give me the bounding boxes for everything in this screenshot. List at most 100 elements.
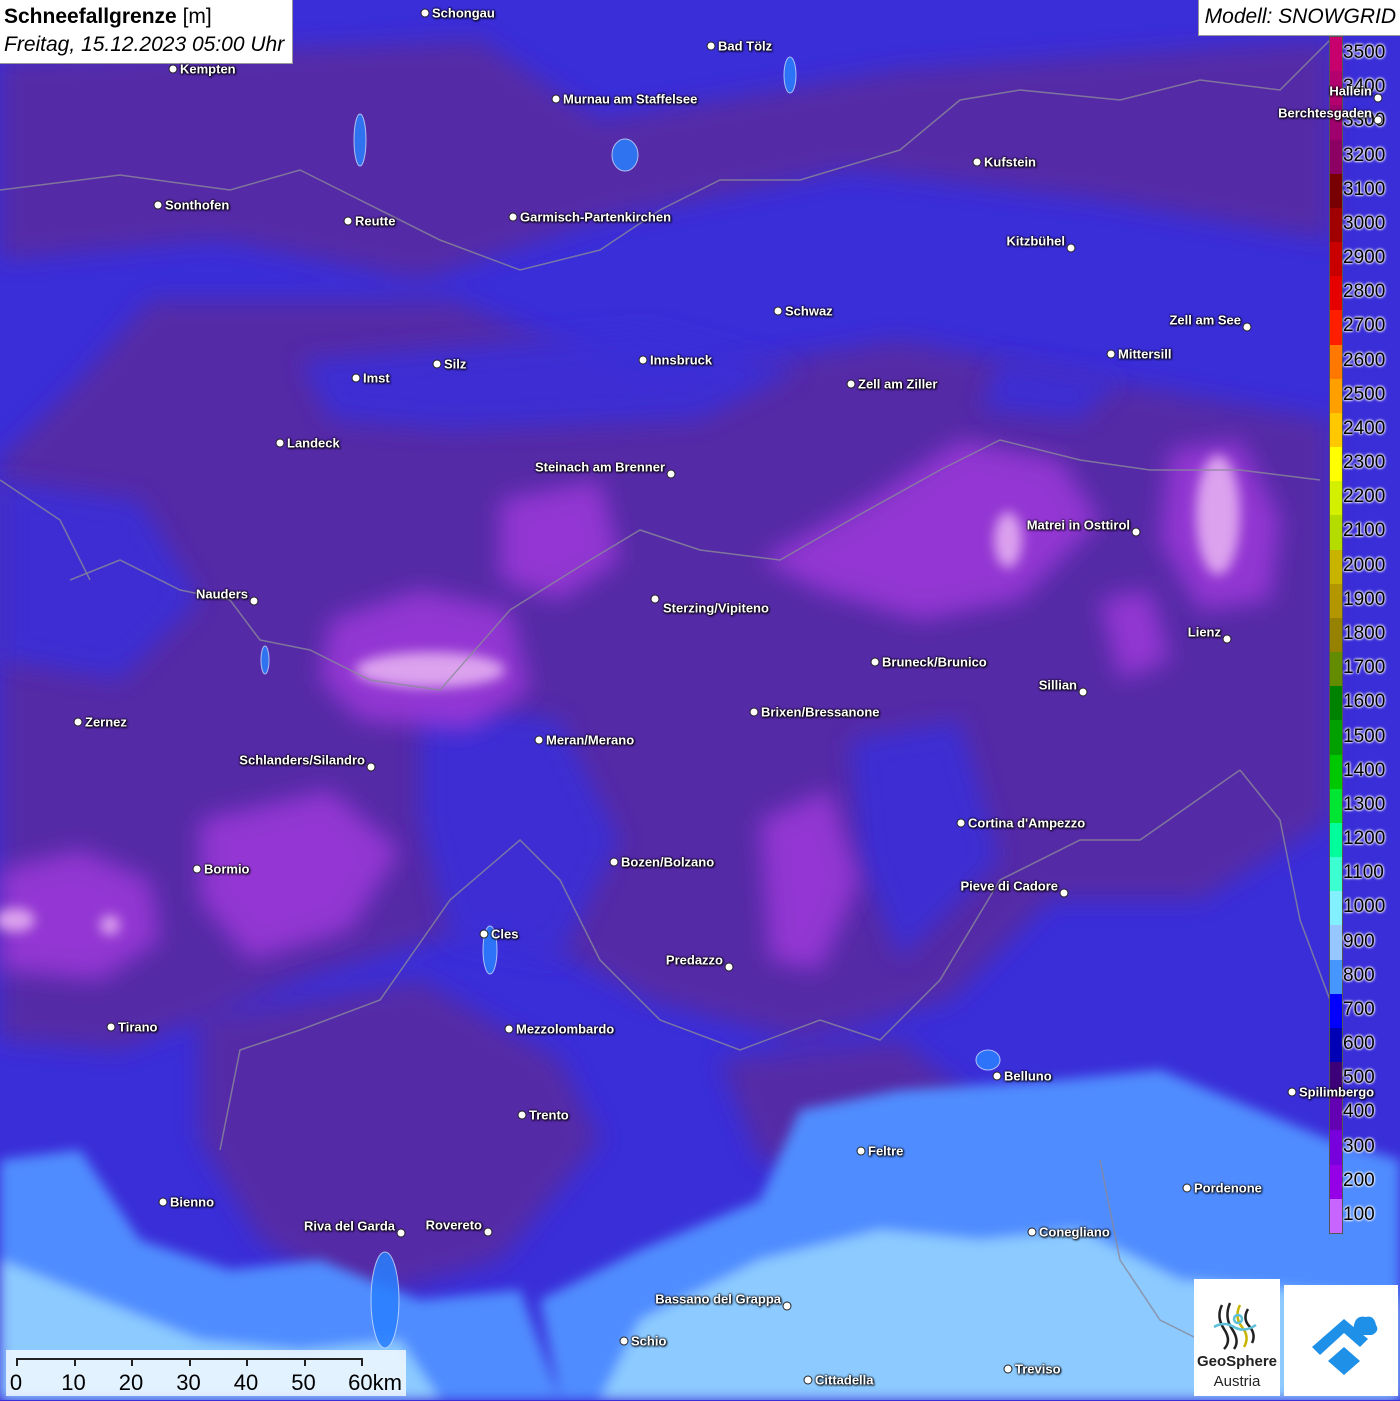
legend-color-step [1330,242,1342,277]
city-marker [551,94,561,104]
city-label: Reutte [355,213,396,229]
legend-color-step [1330,207,1342,243]
title-unit: [m] [182,5,212,28]
logo-line2: Austria [1213,1373,1261,1390]
scale-tick [73,1358,76,1366]
title-box: Schneefallgrenze [m] Freitag, 15.12.2023… [0,0,294,64]
city-marker [479,929,489,939]
city-label: Feltre [868,1143,904,1159]
city-label: Kempten [180,61,236,77]
scale-tick [303,1358,306,1366]
city-marker [619,1336,629,1346]
city-marker [638,355,648,365]
city-marker [992,1071,1002,1081]
city-marker [956,818,966,828]
city-label: Brixen/Bressanone [761,704,880,720]
legend-label: 2300 [1343,452,1386,474]
city-marker [351,373,361,383]
city-marker [1242,322,1252,332]
city-marker [1222,634,1232,644]
legend-color-step [1330,822,1342,858]
city-marker [666,469,676,479]
city-label: Kitzbühel [1006,233,1066,249]
city-label: Spilimbergo [1299,1084,1375,1100]
legend-color-step [1330,549,1342,585]
city-label: Treviso [1015,1361,1061,1377]
legend-label: 1000 [1343,896,1386,918]
city-marker [1078,687,1088,697]
city-marker [803,1375,813,1385]
city-marker [517,1110,527,1120]
city-marker [724,962,734,972]
legend-label: 2400 [1343,417,1386,439]
city-marker [1106,349,1116,359]
city-marker [1131,527,1141,537]
city-marker [846,379,856,389]
scale-tick [188,1358,191,1366]
scale-label: 30 [176,1370,201,1395]
scale-label: 50 [291,1370,316,1395]
city-marker [158,1197,168,1207]
city-marker [275,438,285,448]
legend-color-step [1330,378,1342,414]
city-label: Bad Tölz [718,38,773,54]
city-label: Cortina d'Ampezzo [968,815,1086,831]
city-label: Zernez [85,714,127,730]
legend-color-step [1330,959,1342,995]
city-label: Bozen/Bolzano [621,854,715,870]
city-marker [609,857,619,867]
city-label: Tirano [118,1019,158,1035]
legend-color-step [1330,447,1342,482]
city-label: Innsbruck [650,352,713,368]
city-marker [366,762,376,772]
legend-label: 1900 [1343,588,1386,610]
legend-label: 3100 [1343,178,1386,200]
city-label: Pordenone [1194,1180,1262,1196]
city-marker [504,1024,514,1034]
legend-color-step [1330,993,1342,1029]
legend-color-step [1330,754,1342,790]
city-label: Steinach am Brenner [534,459,665,475]
city-marker [972,157,982,167]
city-marker [420,8,430,18]
city-marker [483,1227,493,1237]
city-marker [773,306,783,316]
legend-label: 2700 [1343,315,1386,337]
scale-label: 20 [118,1370,144,1395]
legend-label: 1400 [1343,759,1386,781]
legend-label: 1800 [1343,623,1386,644]
city-marker [1059,888,1069,898]
city-label: Hallein [1329,83,1372,99]
legend-label: 1300 [1343,793,1386,815]
city-label: Matrei in Osttirol [1026,517,1130,533]
city-marker [749,707,759,717]
map-title: Schneefallgrenze [m] [4,3,284,31]
city-marker [706,41,716,51]
city-label: Garmisch-Partenkirchen [520,209,672,225]
legend-label: 2100 [1343,520,1386,542]
legend-label: 3500 [1343,42,1386,64]
city-label: Bruneck/Brunico [882,654,987,670]
legend-color-step [1330,481,1342,516]
city-label: Sillian [1038,677,1077,693]
city-label: Murnau am Staffelsee [563,91,698,107]
city-marker [508,212,518,222]
title-text: Schneefallgrenze [4,5,177,28]
legend-color-step [1330,686,1342,721]
city-label: Meran/Merano [546,732,635,748]
legend-color-step [1330,344,1342,380]
city-marker [73,717,83,727]
legend-color-step [1330,788,1342,824]
app-logo [1284,1285,1398,1396]
legend-color-step [1330,139,1342,175]
city-label: Predazzo [665,952,723,968]
legend-label: 1100 [1343,862,1384,884]
city-label: Conegliano [1039,1224,1110,1240]
legend-label: 700 [1343,998,1375,1020]
city-label: Belluno [1004,1068,1052,1084]
city-label: Lienz [1187,624,1221,640]
city-label: Pieve di Cadore [960,878,1058,894]
scale-tick [246,1358,248,1366]
city-label: Cles [491,926,519,942]
city-label: Bassano del Grappa [655,1291,781,1307]
